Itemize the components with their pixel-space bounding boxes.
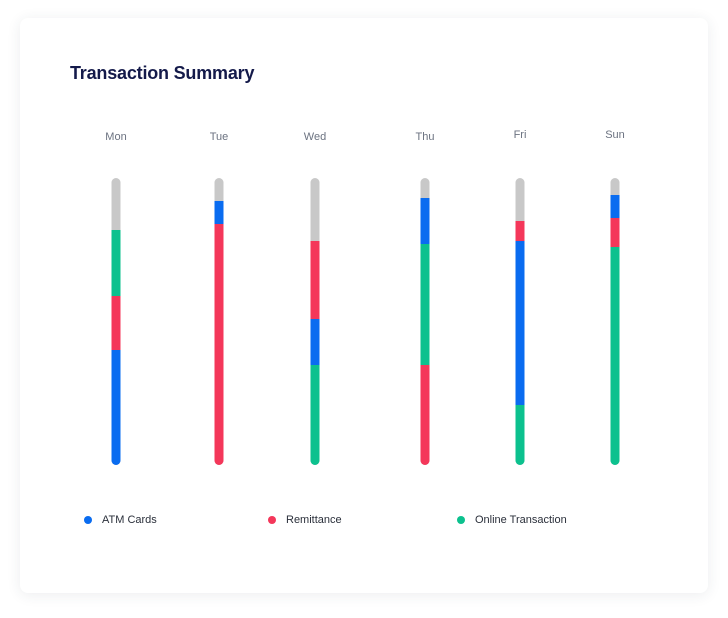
bar-wed[interactable] <box>310 178 320 465</box>
bar-segment-wed-online-transaction <box>310 364 320 465</box>
bar-segment-sun-remittance <box>610 218 620 247</box>
x-tick-label-fri: Fri <box>513 129 527 141</box>
bar-segment-thu-remittance <box>420 364 430 465</box>
legend-label: Online Transaction <box>475 514 567 526</box>
bar-segment-mon-online-transaction <box>111 229 121 296</box>
x-tick-label-mon: Mon <box>105 131 127 143</box>
x-tick-label-thu: Thu <box>415 131 435 143</box>
bar-segment-wed-atm-cards <box>310 318 320 365</box>
bar-segment-sun-online-transaction <box>610 246 620 465</box>
bar-segment-wed-remittance <box>310 241 320 319</box>
bar-segment-mon-atm-cards <box>111 350 121 465</box>
bar-segment-mon-remittance <box>111 295 121 351</box>
bar-thu[interactable] <box>420 178 430 465</box>
bar-segment-fri-remittance <box>515 221 525 242</box>
bar-fri[interactable] <box>515 178 525 465</box>
legend-label: ATM Cards <box>102 514 157 526</box>
legend-label: Remittance <box>286 514 342 526</box>
transaction-summary-card: Transaction Summary Mon Tue Wed Thu Fri Sun A… <box>20 18 708 593</box>
legend-item-atm-cards[interactable]: ATM Cards <box>84 513 157 527</box>
bar-segment-thu-online-transaction <box>420 244 430 365</box>
bar-mon[interactable] <box>111 178 121 465</box>
bar-sun[interactable] <box>610 178 620 465</box>
x-tick-label-sun: Sun <box>605 129 625 141</box>
legend-dot-icon <box>268 516 276 524</box>
bar-segment-fri-online-transaction <box>515 404 525 465</box>
legend-item-remittance[interactable]: Remittance <box>268 513 342 527</box>
bar-segment-thu-atm-cards <box>420 198 430 245</box>
chart-title: Transaction Summary <box>70 63 255 83</box>
bar-segment-tue-atm-cards <box>214 200 224 224</box>
legend-dot-icon <box>84 516 92 524</box>
legend-dot-icon <box>457 516 465 524</box>
bar-segment-sun-atm-cards <box>610 195 620 219</box>
bar-segment-tue-remittance <box>214 223 224 465</box>
bar-segment-fri-atm-cards <box>515 241 525 405</box>
x-tick-label-wed: Wed <box>303 131 327 143</box>
bar-tue[interactable] <box>214 178 224 465</box>
x-tick-label-tue: Tue <box>209 131 229 143</box>
legend-item-online-transaction[interactable]: Online Transaction <box>457 513 567 527</box>
